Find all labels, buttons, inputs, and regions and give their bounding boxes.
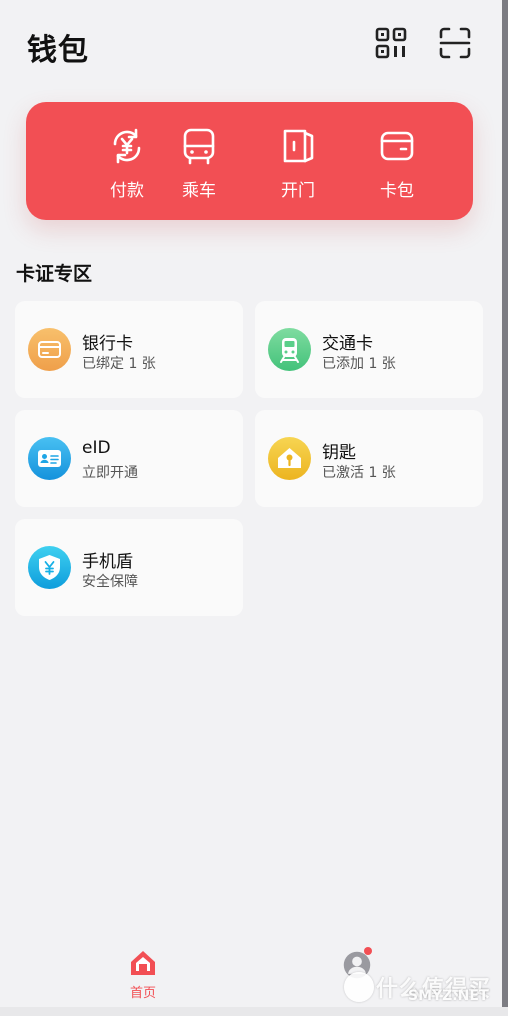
qr-code-icon[interactable] bbox=[374, 26, 408, 60]
eid-name: eID bbox=[82, 438, 111, 458]
screen-edge bbox=[502, 0, 508, 1016]
tab-home-label: 首页 bbox=[129, 986, 156, 1001]
bank-card-icon bbox=[28, 328, 71, 371]
tab-home[interactable]: 首页 bbox=[118, 948, 168, 1001]
key-tile[interactable]: 钥匙 已激活 1 张 bbox=[255, 410, 483, 507]
cropped-bottom-strip bbox=[0, 1007, 508, 1016]
quick-actions-panel: 付款 乘车 开门 卡包 bbox=[26, 102, 473, 220]
yuan-refresh-icon bbox=[113, 128, 141, 164]
key-status: 已激活 1 张 bbox=[322, 465, 396, 481]
home-icon bbox=[131, 951, 155, 975]
train-icon bbox=[268, 328, 311, 371]
open-door-button[interactable]: 开门 bbox=[258, 102, 338, 220]
bank-card-tile[interactable]: 银行卡 已绑定 1 张 bbox=[15, 301, 243, 398]
shield-yuan-icon bbox=[28, 546, 71, 589]
section-title: 卡证专区 bbox=[16, 263, 93, 285]
id-card-icon bbox=[28, 437, 71, 480]
phone-shield-name: 手机盾 bbox=[82, 552, 133, 572]
phone-shield-status: 安全保障 bbox=[82, 574, 138, 590]
door-icon bbox=[283, 129, 314, 163]
pay-label: 付款 bbox=[110, 181, 144, 201]
card-pack-button[interactable]: 卡包 bbox=[357, 102, 437, 220]
bus-icon bbox=[183, 128, 215, 165]
transit-card-tile[interactable]: 交通卡 已添加 1 张 bbox=[255, 301, 483, 398]
card-pack-label: 卡包 bbox=[380, 181, 414, 201]
pay-button[interactable]: 付款 bbox=[87, 102, 167, 220]
eid-tile[interactable]: eID 立即开通 bbox=[15, 410, 243, 507]
ride-button[interactable]: 乘车 bbox=[159, 102, 239, 220]
eid-status: 立即开通 bbox=[82, 465, 138, 481]
open-door-label: 开门 bbox=[281, 181, 315, 201]
page-title: 钱包 bbox=[27, 33, 89, 68]
ride-label: 乘车 bbox=[182, 181, 216, 201]
bank-card-name: 银行卡 bbox=[82, 334, 133, 354]
notification-dot bbox=[364, 947, 372, 955]
transit-card-status: 已添加 1 张 bbox=[322, 356, 396, 372]
phone-shield-tile[interactable]: 手机盾 安全保障 bbox=[15, 519, 243, 616]
bank-card-status: 已绑定 1 张 bbox=[82, 356, 156, 372]
scan-icon[interactable] bbox=[438, 26, 472, 60]
transit-card-name: 交通卡 bbox=[322, 334, 373, 354]
home-key-icon bbox=[268, 437, 311, 480]
wallet-icon bbox=[380, 131, 414, 161]
key-name: 钥匙 bbox=[322, 443, 356, 463]
watermark-site: SMYZ.NET bbox=[408, 988, 489, 1004]
watermark-logo bbox=[344, 972, 374, 1002]
